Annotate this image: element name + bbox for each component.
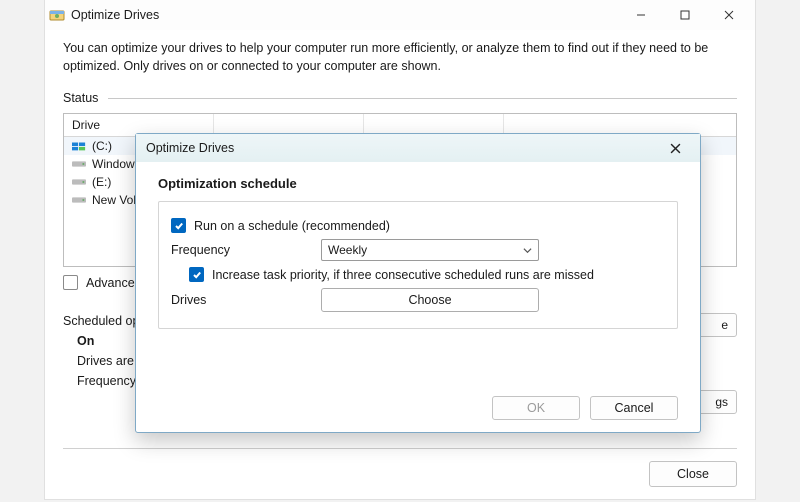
increase-priority-label: Increase task priority, if three consecu… xyxy=(212,268,594,282)
status-label: Status xyxy=(63,91,98,105)
schedule-panel: Run on a schedule (recommended) Frequenc… xyxy=(158,201,678,329)
divider xyxy=(108,98,737,99)
frequency-value: Weekly xyxy=(328,243,367,257)
drive-label: (E:) xyxy=(92,175,111,189)
window-title: Optimize Drives xyxy=(71,8,619,22)
schedule-dialog: Optimize Drives Optimization schedule Ru… xyxy=(135,133,701,433)
hdd-icon xyxy=(72,194,86,206)
dialog-title-bar: Optimize Drives xyxy=(136,134,700,162)
dialog-title: Optimize Drives xyxy=(146,141,656,155)
drives-label: Drives xyxy=(171,293,321,307)
dialog-close-button[interactable] xyxy=(656,136,694,160)
scheduled-opt-label: Scheduled op xyxy=(63,314,139,328)
maximize-button[interactable] xyxy=(663,1,707,29)
ssd-icon xyxy=(72,140,86,152)
minimize-button[interactable] xyxy=(619,1,663,29)
close-button[interactable]: Close xyxy=(649,461,737,487)
app-icon xyxy=(49,7,65,23)
increase-priority-checkbox[interactable] xyxy=(189,267,204,282)
run-on-schedule-checkbox[interactable] xyxy=(171,218,186,233)
advanced-view-label: Advanced xyxy=(86,276,142,290)
frequency-select[interactable]: Weekly xyxy=(321,239,539,261)
hdd-icon xyxy=(72,158,86,170)
advanced-view-checkbox[interactable] xyxy=(63,275,78,290)
title-bar: Optimize Drives xyxy=(45,0,755,30)
drive-label: Windows xyxy=(92,157,141,171)
divider xyxy=(63,448,737,449)
cancel-button[interactable]: Cancel xyxy=(590,396,678,420)
close-window-button[interactable] xyxy=(707,1,751,29)
dialog-heading: Optimization schedule xyxy=(158,176,678,191)
frequency-label: Frequency xyxy=(171,243,321,257)
intro-text: You can optimize your drives to help you… xyxy=(63,40,737,75)
choose-drives-button[interactable]: Choose xyxy=(321,288,539,312)
run-on-schedule-label: Run on a schedule (recommended) xyxy=(194,219,390,233)
hdd-icon xyxy=(72,176,86,188)
drive-label: (C:) xyxy=(92,139,112,153)
chevron-down-icon xyxy=(523,246,532,255)
ok-button[interactable]: OK xyxy=(492,396,580,420)
